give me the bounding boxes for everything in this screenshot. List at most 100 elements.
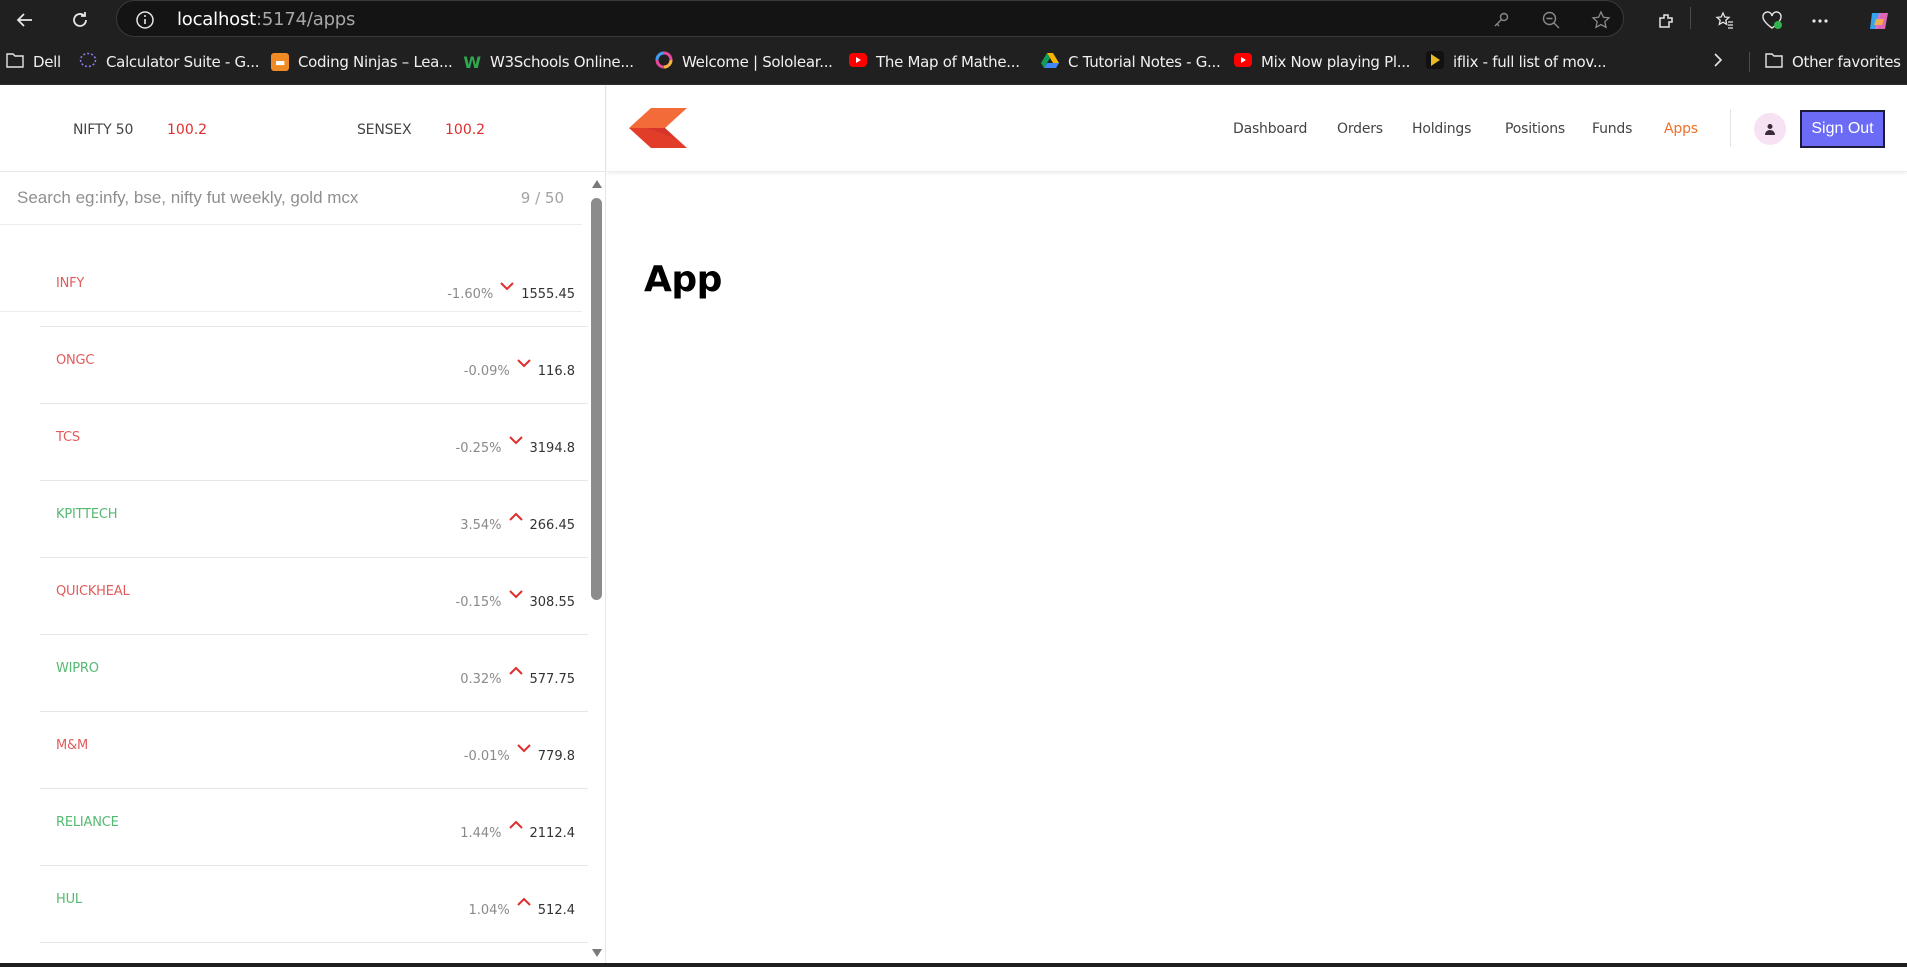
bookmark-label: W3Schools Online... [490,53,634,71]
list-item[interactable]: QUICKHEAL -0.15% 308.55 [40,558,588,635]
kite-logo-icon[interactable] [629,108,687,148]
bookmarks-separator [1749,52,1750,72]
app-viewport: NIFTY 50 100.2 SENSEX 100.2 9 / 50 INFY -… [0,85,1907,967]
chevron-down-icon [499,278,515,294]
top-navbar: Dashboard Orders Holdings Positions Fund… [607,85,1907,172]
list-item[interactable]: KPITTECH 3.54% 266.45 [40,481,588,558]
address-bar[interactable]: localhost:5174/apps [116,0,1624,37]
iflix-icon [1426,51,1444,73]
more-icon[interactable] [1806,7,1834,35]
scrollbar-thumb[interactable] [591,198,602,600]
bookmark-label: iflix - full list of mov... [1453,53,1607,71]
toolbar-separator [1690,7,1691,29]
back-button[interactable] [8,6,42,34]
stock-name: INFY [56,276,85,291]
bookmark-coding-ninjas[interactable]: ▬ Coding Ninjas – Lea... [271,51,453,73]
youtube-icon [849,53,867,71]
user-icon [1765,124,1775,135]
bookmark-c-tutorial[interactable]: C Tutorial Notes - G... [1041,51,1221,73]
url-text: localhost:5174/apps [177,9,355,30]
bookmarks-bar: Dell Calculator Suite - G... ▬ Coding Ni… [0,40,1907,85]
bookmark-other-favorites[interactable]: Other favorites [1765,51,1901,73]
window-bottom-edge [0,963,1907,967]
zoom-out-icon[interactable] [1541,10,1561,35]
stock-percent: 0.32% [460,672,502,687]
star-icon[interactable] [1591,10,1611,35]
chevron-up-icon [516,894,532,910]
extensions-icon[interactable] [1652,7,1680,35]
list-item[interactable]: M&M -0.01% 779.8 [40,712,588,789]
nav-holdings[interactable]: Holdings [1412,121,1471,137]
stock-percent: 1.44% [460,826,502,841]
watchlist-scrollbar[interactable] [590,180,603,957]
nav-orders[interactable]: Orders [1337,121,1383,137]
stock-price: 2112.4 [529,826,576,841]
url-path: :5174/apps [256,9,356,30]
watchlist-panel: NIFTY 50 100.2 SENSEX 100.2 9 / 50 INFY -… [0,85,606,967]
stock-quote: 0.32% 577.75 [460,663,575,687]
favorites-icon[interactable] [1711,7,1739,35]
codingninjas-icon: ▬ [271,53,289,71]
nav-positions[interactable]: Positions [1505,121,1565,137]
index-value-nifty: 100.2 [167,122,208,138]
avatar[interactable] [1754,113,1786,145]
bookmark-calculator-suite[interactable]: Calculator Suite - G... [79,51,260,73]
search-input[interactable] [0,172,582,224]
watchlist-count: 9 / 50 [520,189,564,207]
stock-name: M&M [56,738,88,753]
stock-price: 577.75 [529,672,576,687]
url-host: localhost [177,9,256,30]
main-panel: Dashboard Orders Holdings Positions Fund… [607,85,1907,967]
site-info-icon[interactable] [135,10,155,35]
bookmark-dell[interactable]: Dell [6,51,61,73]
health-icon[interactable] [1758,7,1786,35]
chevron-up-icon [508,817,524,833]
chevron-down-icon [508,432,524,448]
chevron-right-icon [1711,52,1725,72]
bookmark-iflix[interactable]: iflix - full list of mov... [1426,51,1607,73]
bookmark-label: Dell [33,53,61,71]
stock-percent: -0.25% [455,441,502,456]
bookmarks-overflow-button[interactable] [1711,51,1725,73]
refresh-icon [73,12,87,27]
nav-dashboard[interactable]: Dashboard [1233,121,1307,137]
stock-quote: -1.60% 1555.45 [447,278,575,302]
list-item[interactable]: INFY -1.60% 1555.45 [40,250,588,327]
stock-price: 116.8 [537,364,575,379]
chevron-up-icon [508,663,524,679]
scroll-down-arrow-icon[interactable] [592,949,602,957]
bookmark-label: Welcome | Sololear... [682,53,833,71]
bookmark-sololearn[interactable]: Welcome | Sololear... [655,51,833,73]
nav-apps[interactable]: Apps [1664,121,1698,137]
scroll-up-arrow-icon[interactable] [592,180,602,188]
bookmark-w3schools[interactable]: W W3Schools Online... [463,51,634,73]
copilot-icon[interactable] [1865,7,1893,35]
list-item[interactable]: HUL 1.04% 512.4 [40,866,588,943]
stock-percent: -0.09% [463,364,510,379]
nav-funds[interactable]: Funds [1592,121,1632,137]
sign-out-button[interactable]: Sign Out [1800,110,1885,148]
stock-name: HUL [56,892,82,907]
bookmark-mix-now-playing[interactable]: Mix Now playing Pl... [1234,51,1410,73]
stock-percent: -0.01% [463,749,510,764]
search-divider [0,224,582,225]
key-icon[interactable] [1491,10,1511,35]
index-value-sensex: 100.2 [445,122,486,138]
list-item[interactable]: TCS -0.25% 3194.8 [40,404,588,481]
nav-separator [1730,109,1731,147]
stock-percent: 3.54% [460,518,502,533]
stock-price: 266.45 [529,518,576,533]
refresh-button[interactable] [63,6,97,34]
stock-quote: 3.54% 266.45 [460,509,575,533]
list-item[interactable]: RELIANCE 1.44% 2112.4 [40,789,588,866]
list-item[interactable]: ONGC -0.09% 116.8 [40,327,588,404]
stock-price: 779.8 [537,749,575,764]
bookmark-label: Mix Now playing Pl... [1261,53,1411,71]
google-drive-icon [1041,52,1059,72]
list-item[interactable]: WIPRO 0.32% 577.75 [40,635,588,712]
bookmark-map-of-math[interactable]: The Map of Mathe... [849,51,1020,73]
stock-percent: 1.04% [468,903,510,918]
stock-name: TCS [56,430,80,445]
bookmark-label: The Map of Mathe... [876,53,1020,71]
stock-name: KPITTECH [56,507,118,522]
